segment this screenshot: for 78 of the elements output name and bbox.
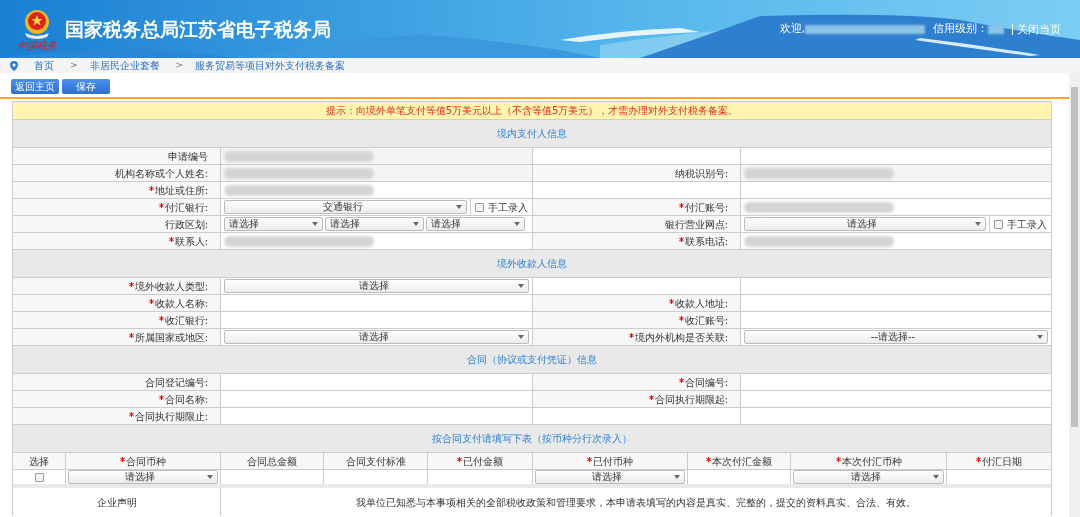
dropdown[interactable]: --请选择-- xyxy=(744,330,1048,344)
field-label: 付汇日期 xyxy=(982,454,1022,469)
declaration-text: 我单位已知悉与本事项相关的全部税收政策和管理要求，本申请表填写的内容是真实、完整的，提交的资料真实、合法、有效。 xyxy=(356,495,916,510)
declaration-label: 企业声明 xyxy=(96,495,137,510)
dropdown[interactable]: 请选择 xyxy=(535,470,685,484)
blurred-level xyxy=(988,24,1004,34)
field-label: 银行营业网点: xyxy=(664,217,728,232)
caret-icon xyxy=(456,205,462,209)
caret-icon xyxy=(1037,335,1043,339)
field-label: 收款人名称: xyxy=(154,296,208,311)
scrollbar[interactable] xyxy=(1069,73,1080,517)
caret-icon xyxy=(975,222,981,226)
field-label: 境内外机构是否关联: xyxy=(634,330,728,345)
toolbar-button[interactable]: 返回主页 xyxy=(11,79,59,94)
field-label: 联系电话: xyxy=(684,234,728,249)
field-label: 合同执行期限起: xyxy=(654,392,728,407)
field-label: 本次付汇币种 xyxy=(841,454,902,469)
caret-icon xyxy=(312,222,318,226)
field-label: 合同登记编号: xyxy=(144,375,208,390)
toolbar-button[interactable]: 保存 xyxy=(62,79,110,94)
dropdown[interactable]: 请选择 xyxy=(224,330,529,344)
field-label: 机构名称或个人姓名: xyxy=(114,166,208,181)
dropdown[interactable]: 请选择 xyxy=(744,217,986,231)
caret-icon xyxy=(518,284,524,288)
field-label: 收汇账号: xyxy=(684,313,728,328)
field-label: 合同总金额 xyxy=(247,454,297,469)
breadcrumb-link[interactable]: 首页 xyxy=(34,58,54,73)
site-title: 国家税务总局江苏省电子税务局 xyxy=(65,16,331,42)
field-label: 境外收款人类型: xyxy=(134,279,208,294)
field-label: 收汇银行: xyxy=(164,313,208,328)
field-label: 选择 xyxy=(29,454,49,469)
dropdown[interactable]: 请选择 xyxy=(68,470,218,484)
dropdown[interactable]: 请选择 xyxy=(224,217,323,231)
breadcrumb-separator: > xyxy=(70,58,78,72)
field-label: 合同编号: xyxy=(684,375,728,390)
field-label: 合同币种 xyxy=(126,454,166,469)
caret-icon xyxy=(933,475,939,479)
checkbox[interactable] xyxy=(994,219,1003,229)
field-label: 合同执行期限止: xyxy=(134,409,208,424)
field-label: 申请编号 xyxy=(168,149,208,164)
field-label: 已付金额 xyxy=(463,454,503,469)
dropdown[interactable]: 交通银行 xyxy=(224,200,467,214)
notice-text: 提示：向境外单笔支付等值5万美元以上（不含等值5万美元），才需办理对外支付税务备案。 xyxy=(325,104,739,118)
field-label: 纳税识别号: xyxy=(674,166,728,181)
dropdown[interactable]: 请选择 xyxy=(325,217,424,231)
breadcrumb-link[interactable]: 服务贸易等项目对外支付税务备案 xyxy=(195,58,346,73)
dropdown[interactable]: 请选择 xyxy=(793,470,944,484)
section-title: 境内支付人信息 xyxy=(497,127,567,141)
checkbox-label: 手工录入 xyxy=(1007,217,1047,232)
field-label: 付汇账号: xyxy=(684,200,728,215)
section-title: 合同（协议或支付凭证）信息 xyxy=(467,353,597,367)
checkbox-label: 手工录入 xyxy=(488,200,528,215)
welcome-text: 欢迎, xyxy=(779,20,805,37)
field-label: 地址或住所: xyxy=(154,183,208,198)
caret-icon xyxy=(514,222,520,226)
logo-text: 中国税务 xyxy=(17,41,57,51)
field-label: 已付币种 xyxy=(593,454,633,469)
credit-label: 信用级别： xyxy=(933,20,988,37)
caret-icon xyxy=(207,475,213,479)
field-label: 本次付汇金额 xyxy=(712,454,772,469)
checkbox[interactable] xyxy=(34,472,44,482)
section-title: 按合同支付请填写下表（按币种分行次录入） xyxy=(432,432,632,446)
field-label: 付汇银行: xyxy=(164,200,208,215)
field-label: 合同支付标准 xyxy=(345,454,406,469)
field-label: 合同名称: xyxy=(164,392,208,407)
caret-icon xyxy=(413,222,419,226)
breadcrumb-link[interactable]: 非居民企业套餐 xyxy=(89,58,160,73)
breadcrumb-separator: > xyxy=(175,58,184,72)
caret-icon xyxy=(674,475,680,479)
field-label: 行政区划: xyxy=(164,217,208,232)
field-label: 联系人: xyxy=(174,234,208,249)
dropdown[interactable]: 请选择 xyxy=(224,279,529,293)
dropdown[interactable]: 请选择 xyxy=(426,217,525,231)
field-label: 所属国家或地区: xyxy=(134,330,208,345)
caret-icon xyxy=(518,335,524,339)
checkbox[interactable] xyxy=(475,202,484,212)
section-title: 境外收款人信息 xyxy=(497,257,567,271)
field-label: 收款人地址: xyxy=(674,296,728,311)
